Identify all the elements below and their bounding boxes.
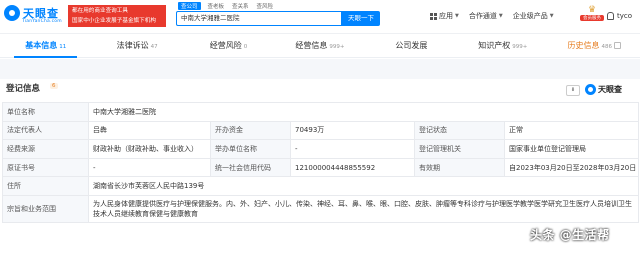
label-credit-code: 统一社会信用代码	[210, 157, 291, 178]
tab-label: 经营风险	[209, 41, 242, 50]
search-tab-company[interactable]: 查公司	[178, 2, 201, 10]
slogan-line-2: 国家中小企业发展子基金旗下机构	[72, 18, 156, 24]
value-reg-status: 正常	[503, 120, 640, 141]
tab-count: 486	[601, 44, 612, 50]
label-reg-authority: 登记管理机关	[414, 139, 505, 159]
value-reg-authority: 国家事业单位登记管理局	[503, 139, 640, 159]
tab-development[interactable]: 公司发展	[366, 38, 457, 57]
tab-operating-risk[interactable]: 经营风险 0	[183, 38, 274, 57]
search-tab-boss[interactable]: 查老板	[207, 2, 226, 10]
tab-label: 历史信息	[567, 41, 600, 50]
vip-label: 会员服务	[580, 15, 604, 21]
value-sponsor: -	[290, 139, 415, 159]
label-business-scope: 宗旨和业务范围	[2, 194, 89, 223]
brand-mark: 天眼查	[585, 84, 622, 95]
slogan-line-1: 都在用的商业查询工具	[72, 8, 128, 14]
slogan-banner: 都在用的商业查询工具 国家中小企业发展子基金旗下机构	[68, 5, 166, 27]
table-row: 经费来源 财政补助（财政补助、事业收入） 举办单位名称 - 登记管理机关 国家事…	[2, 139, 640, 159]
tab-label: 经营信息	[295, 41, 328, 50]
search-tab-relation[interactable]: 查关系	[231, 2, 250, 10]
search-type-tabs: 查公司 查老板 查关系 查风险	[178, 2, 274, 10]
bell-icon[interactable]	[607, 12, 614, 20]
value-credit-code: 121000004448855592	[290, 157, 415, 178]
nav-cooperation[interactable]: 合作通道 ▼	[469, 11, 503, 21]
section-gap	[0, 59, 640, 79]
label-validity: 有效期	[414, 157, 505, 178]
label-fund-source: 经费来源	[2, 139, 89, 159]
registration-table: 单位名称 中南大学湘雅二医院 法定代表人 吕犇 开办资金 70493万 登记状态…	[2, 102, 640, 223]
download-icon[interactable]: ⬇	[566, 85, 580, 96]
label-unit-name: 单位名称	[2, 102, 89, 122]
chevron-down-icon: ▼	[549, 13, 554, 19]
nav-enterprise-label: 企业级产品	[512, 12, 548, 20]
history-icon	[613, 42, 621, 49]
tab-label: 基本信息	[25, 41, 58, 50]
tab-litigation[interactable]: 法律诉讼 47	[91, 38, 182, 57]
nav-enterprise[interactable]: 企业级产品 ▼	[513, 11, 554, 21]
label-original-cert: 原证书号	[2, 157, 89, 178]
value-validity: 自2023年03月20日至2028年03月20日	[503, 157, 640, 178]
tab-basic-info[interactable]: 基本信息 11	[0, 38, 91, 58]
watermark: 头条 @生活帮	[530, 228, 610, 242]
label-sponsor: 举办单位名称	[210, 139, 291, 159]
chevron-down-icon: ▼	[455, 13, 459, 19]
top-nav: 应用 ▼ 合作通道 ▼ 企业级产品 ▼	[430, 11, 554, 21]
chevron-down-icon: ▼	[498, 13, 503, 19]
nav-cooperation-label: 合作通道	[468, 12, 497, 20]
table-row: 法定代表人 吕犇 开办资金 70493万 登记状态 正常	[2, 120, 640, 141]
eye-logo-icon	[4, 5, 20, 21]
brand-text: 天眼查	[598, 85, 622, 94]
value-funds: 70493万	[290, 120, 415, 141]
search-tab-risk[interactable]: 查风险	[256, 2, 275, 10]
tab-ip[interactable]: 知识产权 999+	[457, 38, 548, 57]
nav-apps[interactable]: 应用 ▼	[430, 11, 459, 21]
vip-service-button[interactable]: ♛ 会员服务	[580, 6, 604, 28]
value-business-scope: 为人民身体健康提供医疗与护理保健服务。内、外、妇产、小儿、传染、神经、耳、鼻、喉…	[87, 194, 640, 223]
tab-count: 999+	[512, 44, 528, 50]
table-row: 宗旨和业务范围 为人民身体健康提供医疗与护理保健服务。内、外、妇产、小儿、传染、…	[2, 194, 640, 223]
table-row: 住所 湖南省长沙市芙蓉区人民中路139号	[2, 176, 640, 196]
value-original-cert: -	[88, 157, 211, 178]
tab-label: 法律诉讼	[116, 41, 149, 50]
label-reg-status: 登记状态	[414, 120, 505, 141]
label-address: 住所	[2, 176, 89, 196]
tab-count: 0	[243, 44, 248, 50]
search-input[interactable]: 中南大学湘雅二医院	[176, 11, 342, 26]
search-button[interactable]: 天眼一下	[342, 11, 380, 26]
tab-count: 999+	[329, 44, 345, 50]
value-address: 湖南省长沙市芙蓉区人民中路139号	[87, 176, 640, 196]
logo-url: TianYanCha.com	[22, 19, 62, 24]
label-legal-rep: 法定代表人	[2, 120, 89, 141]
label-funds: 开办资金	[210, 120, 291, 141]
tab-history[interactable]: 历史信息 486	[549, 38, 640, 57]
tab-operating-info[interactable]: 经营信息 999+	[274, 38, 365, 57]
user-name[interactable]: tyco	[617, 12, 632, 20]
tab-count: 11	[59, 44, 67, 50]
crown-icon: ♛	[587, 5, 597, 15]
table-row: 单位名称 中南大学湘雅二医院	[2, 102, 640, 122]
value-fund-source: 财政补助（财政补助、事业收入）	[88, 139, 211, 159]
eye-logo-icon	[585, 84, 596, 95]
value-legal-rep[interactable]: 吕犇	[88, 120, 211, 141]
count-badge: 6	[50, 83, 58, 89]
tab-count: 47	[150, 44, 158, 50]
tab-label: 知识产权	[478, 41, 511, 50]
table-row: 原证书号 - 统一社会信用代码 121000004448855592 有效期 自…	[2, 157, 640, 178]
section-title: 登记信息	[6, 84, 41, 94]
value-unit-name: 中南大学湘雅二医院	[87, 102, 640, 122]
nav-apps-label: 应用	[439, 12, 453, 20]
section-tabs: 基本信息 11 法律诉讼 47 经营风险 0 经营信息 999+ 公司发展 知识产权 99…	[0, 38, 640, 58]
top-header: 天眼查 TianYanCha.com 都在用的商业查询工具 国家中小企业发展子基…	[0, 0, 640, 34]
tab-label: 公司发展	[395, 41, 428, 50]
grid-icon	[430, 12, 437, 20]
